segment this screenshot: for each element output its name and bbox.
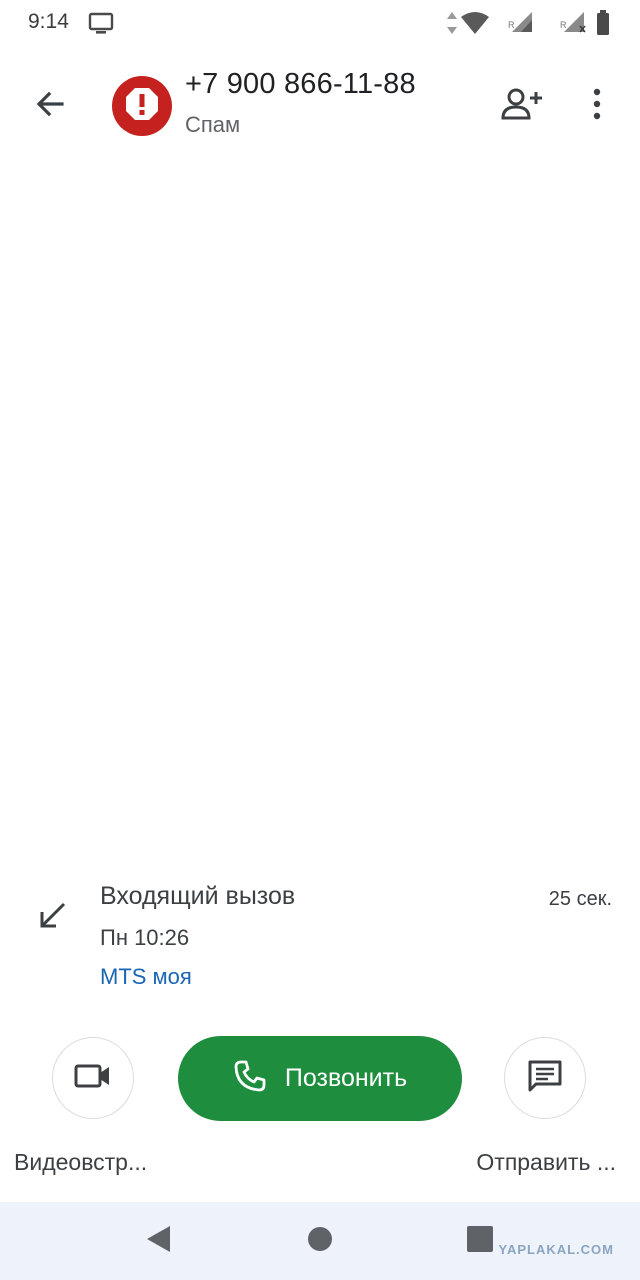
call-time: Пн 10:26 (100, 925, 190, 950)
send-message-button[interactable] (504, 1037, 586, 1119)
back-button[interactable] (26, 82, 74, 130)
video-call-button[interactable] (52, 1037, 134, 1119)
more-vert-icon (592, 88, 602, 125)
call-duration: 25 сек. (548, 888, 612, 910)
video-call-label: Видеовстр... (14, 1149, 148, 1175)
watermark: YAPLAKAL.COM (498, 1242, 614, 1257)
spam-label: Спам (185, 112, 241, 137)
navigation-bar (0, 1202, 640, 1280)
message-icon (527, 1059, 563, 1098)
incoming-call-icon (30, 894, 74, 938)
sim1-badge: R (508, 20, 515, 30)
call-button[interactable]: Позвонить (178, 1036, 462, 1121)
cast-icon (88, 12, 116, 41)
videocam-icon (74, 1062, 112, 1095)
avatar (112, 76, 172, 136)
status-time: 9:14 (28, 10, 69, 33)
home-circle-icon (306, 1225, 334, 1258)
back-triangle-icon (144, 1224, 172, 1259)
sim2-badge: R (560, 20, 567, 30)
add-contact-button[interactable] (496, 82, 548, 130)
call-type: Входящий вызов (100, 882, 296, 910)
data-arrows-icon (446, 10, 458, 41)
call-sim-label: MTS моя (100, 964, 192, 989)
nav-recents-button[interactable] (452, 1216, 508, 1266)
nav-home-button[interactable] (292, 1216, 348, 1266)
wifi-icon (460, 11, 490, 40)
arrow-back-icon (34, 88, 66, 125)
spam-alert-icon (124, 86, 160, 127)
battery-icon (596, 10, 610, 41)
nav-back-button[interactable] (130, 1216, 186, 1266)
phone-icon (233, 1059, 267, 1098)
recents-square-icon (466, 1225, 494, 1258)
more-options-button[interactable] (574, 82, 620, 130)
caller-phone-number: +7 900 866-11-88 (185, 68, 416, 100)
send-message-label: Отправить ... (476, 1149, 616, 1175)
person-add-icon (500, 86, 544, 127)
call-button-label: Позвонить (284, 1064, 408, 1092)
